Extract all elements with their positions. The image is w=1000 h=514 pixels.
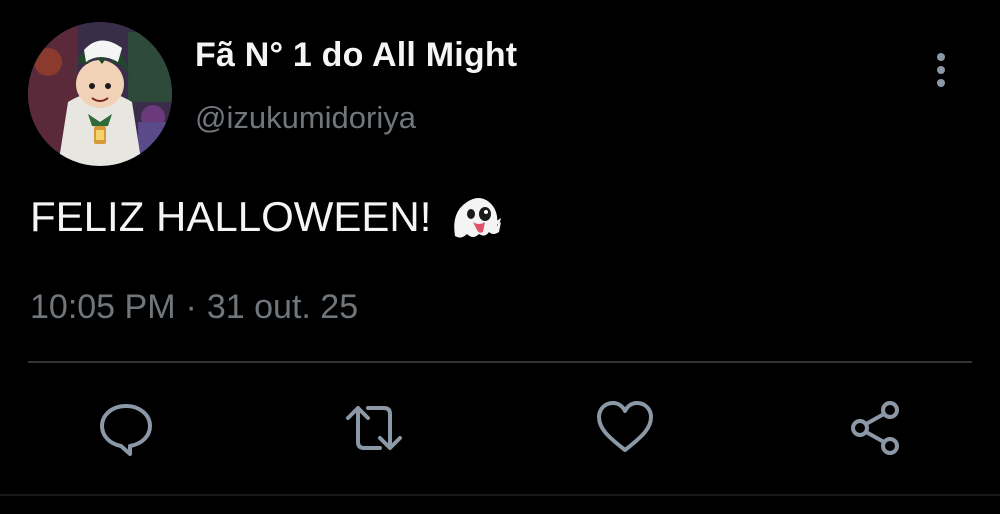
heart-icon [597,401,653,452]
tweet-text: FELIZ HALLOWEEN! [30,192,503,242]
tweet-time: 10:05 PM [30,288,176,326]
tweet-timestamp[interactable]: 10:05 PM · 31 out. 25 [30,288,358,327]
timestamp-separator: · [185,288,197,326]
retweet-icon [346,406,402,450]
tweet-date: 31 out. 25 [206,288,359,326]
more-options-icon[interactable] [924,50,958,90]
avatar-image [28,22,172,166]
user-handle[interactable]: @izukumidoriya [195,100,416,136]
reply-button[interactable] [96,398,156,458]
reply-icon [100,404,152,456]
retweet-button[interactable] [344,398,404,458]
like-button[interactable] [595,398,655,458]
divider [28,361,972,363]
tweet-card: Fã N° 1 do All Might @izukumidoriya FELI… [0,0,1000,514]
bottom-divider [0,494,1000,496]
display-name[interactable]: Fã N° 1 do All Might [195,36,517,75]
share-icon [851,401,899,455]
share-button[interactable] [846,398,906,458]
tweet-text-content: FELIZ HALLOWEEN! [30,193,432,240]
avatar[interactable] [28,22,172,166]
ghost-emoji-icon [445,192,503,242]
